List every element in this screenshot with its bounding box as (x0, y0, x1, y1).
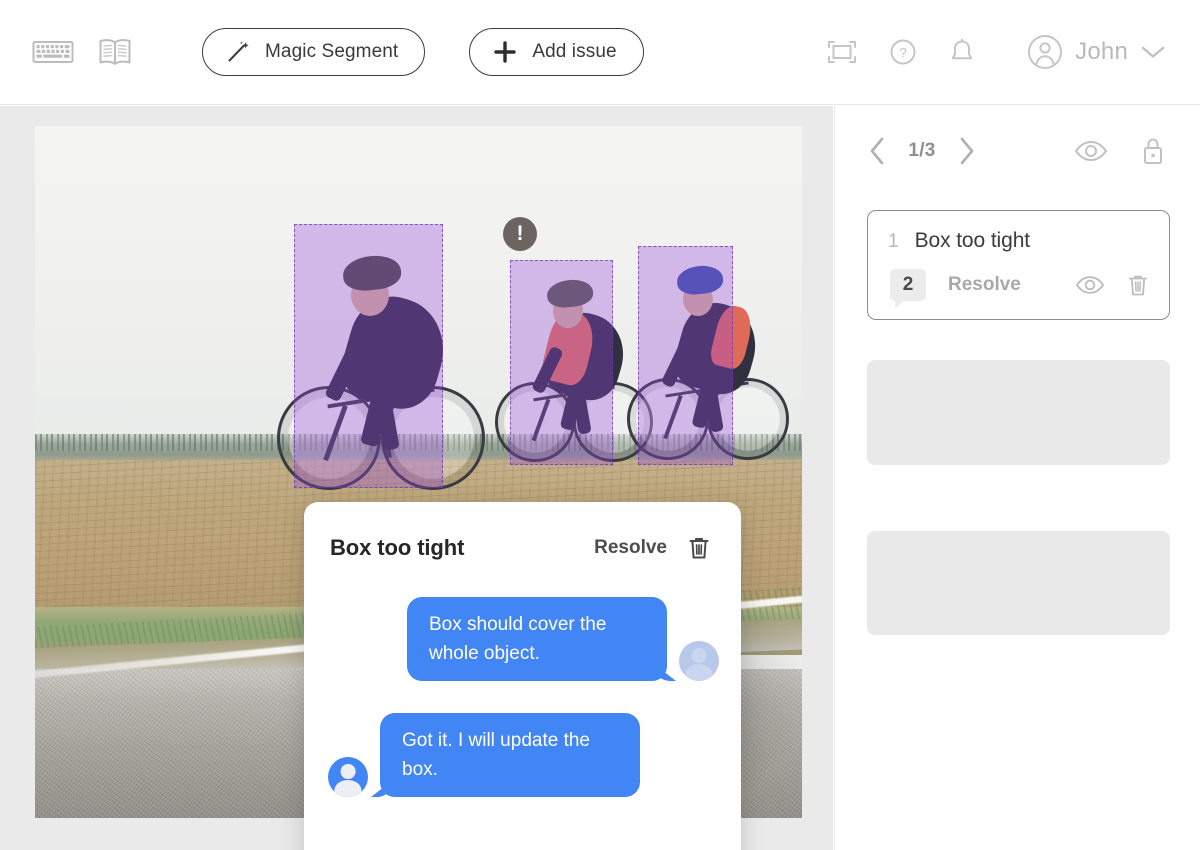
issue-popup[interactable]: Box too tight Resolve (304, 502, 741, 850)
fullscreen-icon[interactable] (827, 39, 857, 65)
avatar (679, 641, 719, 681)
avatar (328, 757, 368, 797)
chevron-left-icon[interactable] (867, 136, 887, 166)
issue-list-item[interactable]: 1 Box too tight 2 Resolve (867, 210, 1170, 320)
magic-segment-label: Magic Segment (265, 41, 398, 63)
svg-text:?: ? (899, 45, 907, 61)
issue-popup-actions: Resolve (594, 535, 711, 561)
issue-item-header: 1 Box too tight (888, 229, 1149, 253)
comment-bubble[interactable]: Got it. I will update the box. (380, 713, 640, 797)
issue-index: 1 (888, 231, 899, 253)
trash-icon[interactable] (687, 535, 711, 561)
avatar-body (334, 780, 361, 797)
trash-icon[interactable] (1127, 273, 1149, 298)
issue-resolve-button[interactable]: Resolve (948, 274, 1021, 296)
add-issue-label: Add issue (532, 41, 616, 63)
header-right-tools: ? John (827, 34, 1166, 70)
eye-icon[interactable] (1075, 275, 1105, 295)
issue-alert-marker[interactable]: ! (503, 217, 537, 251)
comment-row: Got it. I will update the box. (328, 713, 719, 797)
issue-comment-thread: Box should cover the whole object. Got i… (304, 561, 741, 797)
eye-icon[interactable] (1074, 140, 1108, 162)
magic-segment-button[interactable]: Magic Segment (202, 28, 425, 76)
comment-bubble[interactable]: Box should cover the whole object. (407, 597, 667, 681)
bell-icon[interactable] (949, 38, 975, 66)
header-left-tools (32, 37, 132, 67)
book-icon[interactable] (98, 37, 132, 67)
user-avatar-icon (1027, 34, 1063, 70)
avatar-head (692, 648, 707, 663)
header-primary-actions: Magic Segment Add issue (202, 28, 644, 76)
issue-popup-header: Box too tight Resolve (304, 502, 741, 561)
user-menu[interactable]: John (1027, 34, 1166, 70)
chevron-right-icon[interactable] (957, 136, 977, 166)
app-header: Magic Segment Add issue (0, 0, 1200, 105)
comment-count-badge[interactable]: 2 (890, 269, 926, 301)
issues-sidebar: 1/3 (834, 106, 1200, 850)
bounding-box-1[interactable] (294, 224, 443, 488)
issue-popup-title: Box too tight (330, 535, 464, 561)
user-name-label: John (1075, 38, 1128, 66)
sidebar-placeholder-block (867, 360, 1170, 465)
page-counter: 1/3 (905, 140, 939, 162)
sidebar-view-tools (1074, 136, 1166, 166)
bounding-box-2[interactable] (510, 260, 613, 465)
bounding-box-3[interactable] (638, 246, 733, 465)
sidebar-placeholder-block (867, 531, 1170, 635)
popup-resolve-button[interactable]: Resolve (594, 537, 667, 559)
add-issue-button[interactable]: Add issue (469, 28, 643, 76)
comment-row: Box should cover the whole object. (328, 597, 719, 681)
issue-title: Box too tight (915, 229, 1030, 253)
exclamation-icon: ! (517, 223, 524, 244)
issue-item-icons (1075, 273, 1149, 298)
chevron-down-icon[interactable] (1140, 44, 1166, 60)
lock-icon[interactable] (1140, 136, 1166, 166)
sidebar-pager: 1/3 (867, 136, 977, 166)
keyboard-icon[interactable] (32, 38, 74, 66)
avatar-head (341, 764, 356, 779)
sidebar-toolbar: 1/3 (835, 106, 1200, 178)
plus-icon (492, 39, 518, 65)
help-icon[interactable]: ? (889, 38, 917, 66)
avatar-body (685, 664, 712, 681)
annotation-app: Magic Segment Add issue (0, 0, 1200, 850)
image-canvas[interactable]: ! Box too tight Resolve (0, 106, 833, 850)
magic-wand-icon (225, 39, 251, 65)
issue-item-actions: 2 Resolve (888, 269, 1149, 301)
